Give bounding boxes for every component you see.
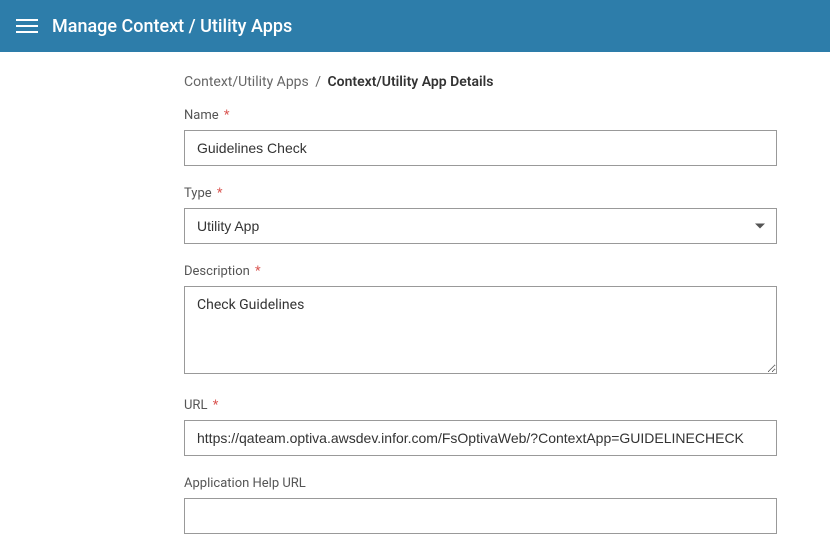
url-label-text: URL [184,398,207,413]
help-url-label-text: Application Help URL [184,476,306,491]
app-header: Manage Context / Utility Apps [0,0,830,52]
page-title: Manage Context / Utility Apps [52,16,292,37]
field-group-type: Type * [184,186,780,244]
description-label-text: Description [184,264,250,279]
required-mark: * [217,186,223,201]
description-textarea[interactable]: Check Guidelines [184,286,777,374]
url-label: URL * [184,398,780,413]
type-select-wrapper [184,208,777,244]
help-url-input[interactable] [184,498,777,534]
breadcrumb-parent[interactable]: Context/Utility Apps [184,74,309,90]
main-content: Context/Utility Apps / Context/Utility A… [0,52,780,534]
field-group-description: Description * Check Guidelines [184,264,780,378]
type-label: Type * [184,186,780,201]
field-group-name: Name * [184,108,780,166]
name-label: Name * [184,108,780,123]
breadcrumb: Context/Utility Apps / Context/Utility A… [184,74,780,90]
field-group-help-url: Application Help URL [184,476,780,534]
name-label-text: Name [184,108,219,123]
type-select[interactable] [184,208,777,244]
description-label: Description * [184,264,780,279]
breadcrumb-current: Context/Utility App Details [328,74,494,90]
url-input[interactable] [184,420,777,456]
breadcrumb-separator: / [315,74,321,90]
name-input[interactable] [184,130,777,166]
required-mark: * [255,264,261,279]
type-label-text: Type [184,186,212,201]
help-url-label: Application Help URL [184,476,780,491]
hamburger-menu-icon[interactable] [16,15,38,37]
field-group-url: URL * [184,398,780,456]
required-mark: * [213,398,219,413]
required-mark: * [224,108,230,123]
